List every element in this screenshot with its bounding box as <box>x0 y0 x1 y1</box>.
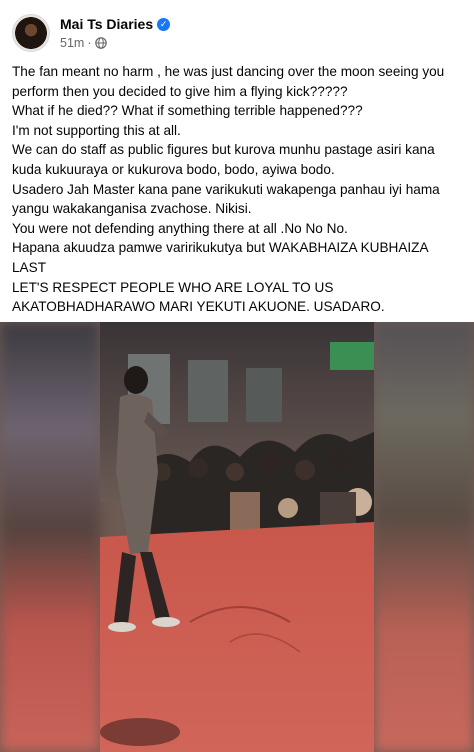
post-paragraph: LET'S RESPECT PEOPLE WHO ARE LOYAL TO US… <box>12 279 385 315</box>
video-blur-left <box>0 322 100 752</box>
meta-separator: · <box>87 36 92 50</box>
verified-badge-icon: ✓ <box>157 17 171 31</box>
post-meta: 51m · <box>60 36 107 50</box>
author-avatar[interactable] <box>12 14 50 52</box>
post-header: Mai Ts Diaries ✓ 51m · <box>0 0 474 58</box>
video-frame[interactable] <box>100 322 374 752</box>
post-timestamp[interactable]: 51m <box>60 36 84 50</box>
post-paragraph: Usadero Jah Master kana pane varikukuti … <box>12 181 440 217</box>
post-paragraph: Hapana akuudza pamwe varirikukutya but W… <box>12 240 428 275</box>
post-video[interactable] <box>0 322 474 752</box>
globe-icon <box>94 37 107 49</box>
post-paragraph: You were not defending anything there at… <box>12 220 348 236</box>
post-text: The fan meant no harm , he was just danc… <box>12 62 464 317</box>
author-name[interactable]: Mai Ts Diaries <box>60 16 153 32</box>
post-paragraph: I'm not supporting this at all. <box>12 122 181 138</box>
post-paragraph: The fan meant no harm , he was just danc… <box>12 64 445 99</box>
post-paragraph: What if he died?? What if something terr… <box>12 103 363 119</box>
video-blur-right <box>374 322 474 752</box>
post-paragraph: We can do staff as public figures but ku… <box>12 142 435 177</box>
author-row: Mai Ts Diaries ✓ <box>60 16 171 32</box>
